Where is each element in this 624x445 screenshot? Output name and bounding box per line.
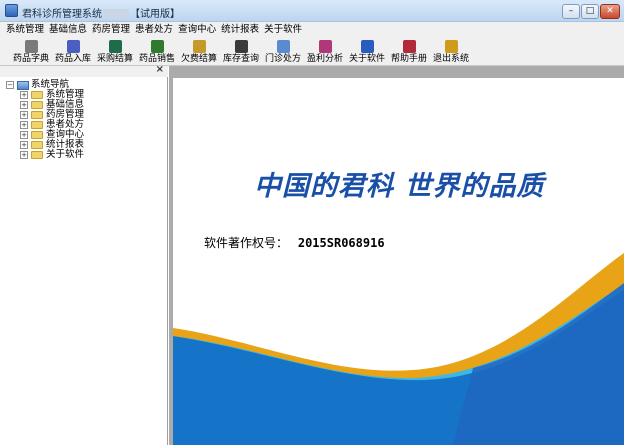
bank-icon — [234, 40, 248, 53]
exit-system-button[interactable]: 退出系统 — [430, 38, 472, 66]
help-manual-label: 帮助手册 — [390, 54, 427, 64]
menu-query[interactable]: 查询中心 — [178, 22, 216, 38]
copyright-number: 2015SR068916 — [297, 236, 385, 250]
profit-analysis-button[interactable]: 盈利分析 — [304, 38, 346, 66]
menu-pharmacy[interactable]: 药房管理 — [92, 22, 130, 38]
window-title-suffix: 【试用版】 — [130, 9, 180, 20]
tree-item-label: 关于软件 — [46, 149, 85, 160]
minimize-icon: – — [568, 6, 574, 16]
exit-system-label: 退出系统 — [432, 54, 469, 64]
menu-basic-info[interactable]: 基础信息 — [49, 22, 87, 38]
tree-item-about[interactable]: + 关于软件 — [6, 150, 84, 160]
folder-icon — [31, 121, 43, 129]
title-redacted-block — [103, 9, 129, 18]
folder-icon — [31, 141, 43, 149]
stock-in-label: 药品入库 — [54, 54, 91, 64]
decorative-wave — [173, 253, 624, 445]
menu-prescription[interactable]: 患者处方 — [135, 22, 173, 38]
expand-icon[interactable]: + — [20, 121, 28, 129]
profit-analysis-label: 盈利分析 — [306, 54, 343, 64]
maximize-icon: □ — [585, 6, 595, 16]
purchase-settlement-label: 采购结算 — [96, 54, 133, 64]
debt-icon — [192, 40, 206, 53]
expand-icon[interactable]: + — [20, 91, 28, 99]
minimize-button[interactable]: – — [562, 4, 580, 19]
drug-dictionary-label: 药品字典 — [12, 54, 49, 64]
collapse-icon[interactable]: − — [6, 81, 14, 89]
about-software-button[interactable]: 关于软件 — [346, 38, 388, 66]
toolbar: 药品字典 药品入库 采购结算 药品销售 欠费结算 库存查询 门诊处方 盈利分析 … — [0, 38, 624, 66]
pill-icon — [24, 40, 38, 53]
expand-icon[interactable]: + — [20, 131, 28, 139]
copyright-info: 软件著作权号： 2015SR068916 — [204, 234, 385, 251]
folder-icon — [31, 151, 43, 159]
expand-icon[interactable]: + — [20, 101, 28, 109]
chart-icon — [318, 40, 332, 53]
about-software-label: 关于软件 — [348, 54, 385, 64]
expand-icon[interactable]: + — [20, 111, 28, 119]
stock-in-icon — [66, 40, 80, 53]
folder-icon — [31, 91, 43, 99]
title-bar: 君科诊所管理系统 【试用版】 – □ ✕ — [0, 0, 624, 22]
window-title-text: 君科诊所管理系统 — [22, 9, 102, 20]
exit-icon — [444, 40, 458, 53]
book-icon — [402, 40, 416, 53]
prescription-icon — [276, 40, 290, 53]
menu-bar: 系统管理 基础信息 药房管理 患者处方 查询中心 统计报表 关于软件 — [0, 22, 624, 38]
close-button[interactable]: ✕ — [600, 4, 620, 19]
maximize-button[interactable]: □ — [581, 4, 599, 19]
expand-icon[interactable]: + — [20, 151, 28, 159]
help-manual-button[interactable]: 帮助手册 — [388, 38, 430, 66]
navigation-pane: × − 系统导航 + 系统管理 + 基础信息 + 药房管理 + 患者处方 + 查… — [0, 64, 168, 445]
menu-about[interactable]: 关于软件 — [264, 22, 302, 38]
folder-icon — [31, 111, 43, 119]
stock-query-button[interactable]: 库存查询 — [220, 38, 262, 66]
app-icon — [5, 4, 18, 17]
company-slogan: 中国的君科 世界的品质 — [254, 171, 545, 202]
outpatient-prescription-label: 门诊处方 — [264, 54, 301, 64]
drug-dictionary-button[interactable]: 药品字典 — [10, 38, 52, 66]
debt-settlement-button[interactable]: 欠费结算 — [178, 38, 220, 66]
stock-query-label: 库存查询 — [222, 54, 259, 64]
menu-reports[interactable]: 统计报表 — [221, 22, 259, 38]
computer-icon — [17, 80, 29, 90]
stock-in-button[interactable]: 药品入库 — [52, 38, 94, 66]
close-pane-icon[interactable]: × — [156, 64, 164, 75]
welcome-page: 中国的君科 世界的品质 软件著作权号： 2015SR068916 — [173, 78, 624, 445]
navigation-pane-header: × — [0, 64, 168, 77]
close-icon: ✕ — [606, 6, 614, 16]
folder-icon — [31, 131, 43, 139]
navigation-tree: − 系统导航 + 系统管理 + 基础信息 + 药房管理 + 患者处方 + 查询中… — [6, 80, 84, 160]
main-workspace: 中国的君科 世界的品质 软件著作权号： 2015SR068916 — [169, 66, 624, 445]
debt-settlement-label: 欠费结算 — [180, 54, 217, 64]
purchase-icon — [108, 40, 122, 53]
window-title: 君科诊所管理系统 【试用版】 — [22, 5, 180, 20]
folder-icon — [31, 101, 43, 109]
drug-sale-button[interactable]: 药品销售 — [136, 38, 178, 66]
sale-icon — [150, 40, 164, 53]
outpatient-prescription-button[interactable]: 门诊处方 — [262, 38, 304, 66]
menu-system[interactable]: 系统管理 — [6, 22, 44, 38]
copyright-label: 软件著作权号： — [204, 236, 289, 250]
help-circle-icon — [360, 40, 374, 53]
expand-icon[interactable]: + — [20, 141, 28, 149]
purchase-settlement-button[interactable]: 采购结算 — [94, 38, 136, 66]
